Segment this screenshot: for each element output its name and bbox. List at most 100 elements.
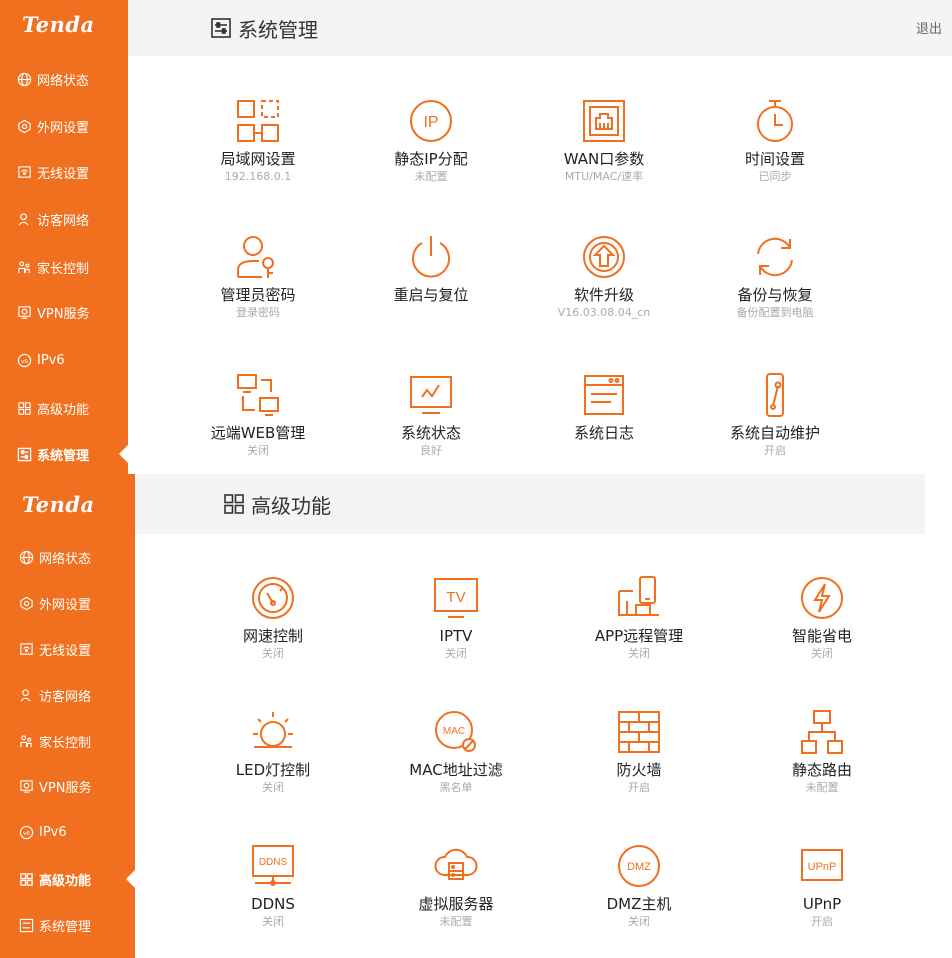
settings-panel-icon [211,18,231,38]
nav-system-management[interactable]: 系统管理 [19,913,91,937]
svg-text:UPnP: UPnP [808,861,837,873]
nav-guest-network[interactable]: 访客网络 [19,683,91,707]
wan-port-icon [583,100,625,142]
active-indicator [119,445,128,463]
upgrade-icon [583,236,625,278]
nav-parental-control[interactable]: 家长控制 [19,729,91,753]
tile-system-status[interactable]: 系统状态 良好 [351,372,511,482]
led-icon [253,712,293,748]
nav-advanced-features[interactable]: 高级功能 [17,396,89,420]
vpn-icon [20,779,33,793]
globe-icon [19,550,34,564]
tile-iptv[interactable]: TV IPTV 关闭 [376,575,536,685]
tile-system-log[interactable]: 系统日志 [524,372,684,482]
settings-panel-icon [17,447,32,461]
tile-remote-web[interactable]: 远端WEB管理 关闭 [178,372,338,482]
tv-icon: TV [434,578,478,618]
nav-ipv6[interactable]: v6 IPv6 [17,348,65,372]
nav-vpn-service[interactable]: VPN服务 [17,300,89,324]
tile-upnp[interactable]: UPnP UPnP 开启 [742,843,902,953]
tile-static-route[interactable]: 静态路由 未配置 [742,709,902,819]
tile-wan-params[interactable]: WAN口参数 MTU/MAC/速率 [524,98,684,208]
parental-icon [20,734,32,747]
logout-link[interactable]: 退出 [916,18,942,37]
nav-guest-network[interactable]: 访客网络 [17,207,89,231]
svg-text:DMZ: DMZ [627,861,651,873]
tile-backup-restore[interactable]: 备份与恢复 备份配置到电脑 [695,234,855,344]
tile-time-settings[interactable]: 时间设置 已同步 [695,98,855,208]
admin-key-icon [237,236,274,278]
tile-admin-password[interactable]: 管理员密码 登录密码 [178,234,338,344]
nav-wan-settings[interactable]: 外网设置 [17,114,89,138]
sidebar-top: Tenda 网络状态 外网设置 无线设置 访客网络 家长控制 VPN服务 v6 … [0,0,128,474]
tile-led-control[interactable]: LED灯控制 关闭 [193,709,353,819]
nav-wireless-settings[interactable]: 无线设置 [19,637,91,661]
vpn-icon [18,305,31,319]
backup-icon [757,237,793,277]
tile-software-upgrade[interactable]: 软件升级 V16.03.08.04_cn [524,234,684,344]
app-remote-icon [618,576,659,616]
power-icon [412,236,450,278]
log-icon [584,375,624,415]
remote-web-icon [237,374,279,416]
clock-icon [757,100,793,142]
wan-icon [18,119,31,133]
ddns-icon: DDNS [252,845,294,886]
guest-icon [18,212,29,226]
nav-ipv6[interactable]: v6 IPv6 [19,820,67,844]
wan-icon [20,596,33,610]
tile-mac-filter[interactable]: MAC MAC地址过滤 黑名单 [376,709,536,819]
firewall-icon [618,711,660,753]
nav-advanced-features[interactable]: 高级功能 [19,867,91,891]
tile-ddns[interactable]: DDNS DDNS 关闭 [193,843,353,953]
virtual-server-icon [434,848,478,880]
tile-auto-maintenance[interactable]: 系统自动维护 开启 [695,372,855,482]
svg-text:TV: TV [446,589,465,606]
tile-lan-settings[interactable]: 局域网设置 192.168.0.1 [178,98,338,208]
tile-power-saving[interactable]: 智能省电 关闭 [742,575,902,685]
wifi-icon [18,165,31,178]
nav-wan-settings[interactable]: 外网设置 [19,591,91,615]
ipv6-icon: v6 [19,825,34,839]
ip-icon: IP [410,100,452,142]
grid-icon [18,401,31,415]
grid-icon [224,494,244,514]
globe-icon [17,72,32,86]
static-route-icon [801,710,843,754]
maintenance-icon [766,373,784,417]
svg-text:v6: v6 [21,358,28,364]
nav-system-management[interactable]: 系统管理 [17,442,89,466]
svg-text:MAC: MAC [443,726,465,737]
nav-vpn-service[interactable]: VPN服务 [19,774,91,798]
tile-firewall[interactable]: 防火墙 开启 [559,709,719,819]
active-indicator [126,870,135,888]
nav-network-status[interactable]: 网络状态 [17,67,89,91]
page-title: 高级功能 [223,490,331,519]
wifi-icon [20,642,33,655]
grid-icon [20,872,33,886]
brand-logo: Tenda [22,492,95,517]
tile-dmz-host[interactable]: DMZ DMZ主机 关闭 [559,843,719,953]
advanced-section-header: 高级功能 [135,474,925,534]
mac-filter-icon: MAC [435,711,476,752]
dmz-icon: DMZ [618,845,660,887]
nav-wireless-settings[interactable]: 无线设置 [17,160,89,184]
sidebar-bottom: Tenda 网络状态 外网设置 无线设置 访客网络 家长控制 VPN服务 v6 … [0,474,135,958]
nav-parental-control[interactable]: 家长控制 [17,255,89,279]
parental-icon [18,260,30,273]
ipv6-icon: v6 [17,353,32,367]
monitor-icon [410,376,452,414]
tile-app-remote[interactable]: APP远程管理 关闭 [559,575,719,685]
power-saving-icon [801,577,843,619]
lan-icon [237,100,279,142]
svg-text:v6: v6 [23,830,30,836]
guest-icon [20,688,31,702]
upnp-icon: UPnP [801,849,843,881]
tile-speed-control[interactable]: 网速控制 关闭 [193,575,353,685]
tile-virtual-server[interactable]: 虚拟服务器 未配置 [376,843,536,953]
tile-reboot-reset[interactable]: 重启与复位 [351,234,511,344]
page-title: 系统管理 [210,14,318,43]
nav-network-status[interactable]: 网络状态 [19,545,91,569]
tile-static-ip[interactable]: IP 静态IP分配 未配置 [351,98,511,208]
svg-text:DDNS: DDNS [259,857,288,868]
